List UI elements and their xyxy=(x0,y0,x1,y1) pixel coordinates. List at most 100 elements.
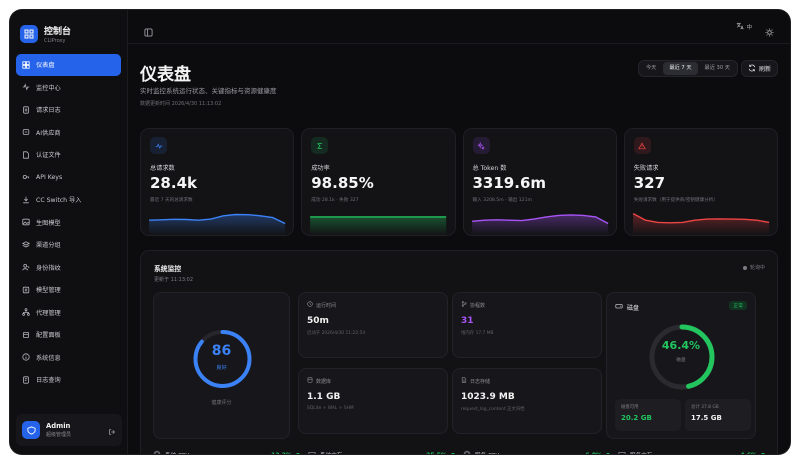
search-log-icon xyxy=(22,376,30,384)
sidebar-item-label: 日志查询 xyxy=(36,377,61,385)
sidebar-toggle-icon[interactable] xyxy=(144,22,153,37)
kpi-cards: 总请求数 28.4k 最近 7 天的总请求数 成功率 98.85% 成功 28.1k · … xyxy=(140,128,778,236)
range-button[interactable]: 最近 7 天 xyxy=(663,62,698,75)
sidebar-item-label: 代理管理 xyxy=(36,309,61,317)
range-button[interactable]: 今天 xyxy=(640,62,662,75)
logout-icon[interactable] xyxy=(108,421,116,440)
system-monitor-title: 系统监控 xyxy=(154,265,182,273)
info-icon xyxy=(22,353,30,361)
resource-stat-label: 系统 CPU xyxy=(165,451,189,454)
key-icon xyxy=(22,173,30,181)
dashboard-icon xyxy=(22,61,30,69)
brand: 控制台 CLIProxy xyxy=(16,18,121,54)
resource-stat-value: 25.5% xyxy=(426,452,447,455)
sidebar-nav: 仪表盘监控中心请求日志 AI供应商认证文件 API Keys CC Switch 导入… xyxy=(16,54,121,391)
refresh-button[interactable]: 刷新 xyxy=(740,60,778,77)
sidebar-item-group[interactable]: 渠道分组 xyxy=(16,234,121,256)
import-icon xyxy=(22,196,30,204)
log-storage-value: 1023.9 MB xyxy=(461,392,515,402)
uptime-label: 运行时间 xyxy=(316,302,337,309)
range-button[interactable]: 最近 30 天 xyxy=(699,62,736,75)
user-name: Admin xyxy=(46,422,71,430)
goroutines-card: 协程数 31 堆内存 17.7 MB xyxy=(452,292,602,358)
memory-icon xyxy=(618,450,626,454)
user-card[interactable]: Admin 超级管理员 xyxy=(16,414,122,446)
sidebar-item-label: CC Switch 导入 xyxy=(36,197,82,205)
polling-label: 轮询中 xyxy=(749,265,765,271)
polling-dot-icon xyxy=(742,265,747,270)
sidebar-item-label: 渠道分组 xyxy=(36,242,61,250)
brand-subtitle: CLIProxy xyxy=(44,38,66,44)
brand-title: 控制台 xyxy=(44,27,72,37)
sidebar-item-model[interactable]: 模型管理 xyxy=(16,279,121,301)
sidebar-item-config[interactable]: 配置面板 xyxy=(16,324,121,346)
sparkline-area xyxy=(632,213,769,235)
main-area: 中 仪表盘 实时监控系统运行状态、关键指标与资源健康度 数据更新时间 2026/… xyxy=(128,10,790,454)
sidebar-item-provider[interactable]: AI供应商 xyxy=(16,122,121,144)
kpi-value: 28.4k xyxy=(150,174,197,192)
resource-stat-value: 4.6% xyxy=(740,452,757,455)
dashboard-content: 仪表盘 实时监控系统运行状态、关键指标与资源健康度 数据更新时间 2026/4/… xyxy=(140,44,778,454)
sidebar-item-file[interactable]: 认证文件 xyxy=(16,144,121,166)
resource-stat-value: 12.3% xyxy=(271,452,292,455)
branch-icon xyxy=(461,301,467,309)
disk-total-label: 总计 37.8 GB xyxy=(691,405,719,410)
resource-stat-label: 服务内存 xyxy=(630,451,652,454)
database-label: 数据库 xyxy=(316,378,332,385)
config-icon xyxy=(22,331,30,339)
uptime-card: 运行时间 50m 启动于 2026/4/30 11:22:54 xyxy=(298,292,448,358)
resource-stat: 系统 CPU 12.3% xyxy=(153,448,300,454)
resource-stats-row: 系统 CPU 12.3% 系统内存 25.5% 服务 CPU 6.8% 服务内存 4.6% xyxy=(153,448,765,454)
warning-icon xyxy=(633,137,651,154)
sidebar-item-search-log[interactable]: 日志查询 xyxy=(16,369,121,391)
sparkline-area xyxy=(310,216,447,235)
sidebar-item-fingerprint[interactable]: 身份指纹 xyxy=(16,257,121,279)
sidebar-item-import[interactable]: CC Switch 导入 xyxy=(16,189,121,211)
logo-icon xyxy=(20,25,38,43)
sparkle-icon xyxy=(472,137,490,154)
status-dot-icon xyxy=(296,453,300,454)
sidebar-item-key[interactable]: API Keys xyxy=(16,167,121,189)
time-range-selector: 今天 最近 7 天最近 30 天 xyxy=(637,60,738,77)
sidebar-item-image[interactable]: 生图模型 xyxy=(16,212,121,234)
kpi-value: 98.85% xyxy=(311,174,374,192)
sidebar-item-label: 监控中心 xyxy=(36,84,61,92)
sidebar-item-proxy[interactable]: 代理管理 xyxy=(16,302,121,324)
kpi-card: 失败请求 327 失败请求数（用于提供商/密钥健康分析） xyxy=(623,128,778,236)
clock-icon xyxy=(307,301,313,309)
sidebar-item-label: AI供应商 xyxy=(36,129,61,137)
activity-icon xyxy=(22,83,30,91)
health-score-status: 良好 xyxy=(216,365,227,371)
sidebar-item-info[interactable]: 系统信息 xyxy=(16,347,121,369)
cpu-icon xyxy=(153,450,161,454)
database-value: 1.1 GB xyxy=(307,392,341,402)
sidebar-item-dashboard[interactable]: 仪表盘 xyxy=(16,54,121,76)
disk-total-value: 17.5 GB xyxy=(691,414,722,422)
language-switch[interactable]: 中 xyxy=(736,22,752,32)
sidebar-item-label: 身份指纹 xyxy=(36,264,61,272)
sidebar-item-activity[interactable]: 监控中心 xyxy=(16,77,121,99)
resource-stat-label: 系统内存 xyxy=(320,451,342,454)
kpi-sparkline xyxy=(632,212,770,235)
disk-usage-percent: 46.4% xyxy=(661,339,701,352)
group-icon xyxy=(22,241,30,249)
database-head: 数据库 xyxy=(307,377,331,385)
data-updated-time: 数据更新时间 2026/4/30 11:13:02 xyxy=(140,101,222,107)
database-sub: SQLite + WAL + SHM xyxy=(307,406,354,411)
disk-free-box: 磁盘可用 20.2 GB xyxy=(615,399,681,431)
log-storage-card: 日志存储 1023.9 MB request_log_content 正文归档 xyxy=(452,368,602,434)
polling-status: 轮询中 xyxy=(742,264,765,271)
cpu-icon xyxy=(463,450,471,454)
goroutines-sub: 堆内存 17.7 MB xyxy=(461,331,494,336)
disk-usage-label: 磁盘 xyxy=(676,358,686,363)
sun-icon[interactable] xyxy=(765,22,774,41)
sidebar: 控制台 CLIProxy 仪表盘监控中心请求日志 AI供应商认证文件 API Key… xyxy=(10,10,128,454)
sidebar-item-log[interactable]: 请求日志 xyxy=(16,99,121,121)
log-storage-label: 日志存储 xyxy=(470,378,491,385)
system-monitor-panel: 系统监控 更新于 11:13:02 轮询中 86 良好 健康评分 运行时间 50… xyxy=(140,250,778,454)
page-title: 仪表盘 xyxy=(140,65,191,85)
sidebar-item-label: 请求日志 xyxy=(36,107,61,115)
refresh-icon xyxy=(748,64,756,74)
status-dot-icon xyxy=(606,453,610,454)
kpi-label: 总请求数 xyxy=(150,165,175,172)
